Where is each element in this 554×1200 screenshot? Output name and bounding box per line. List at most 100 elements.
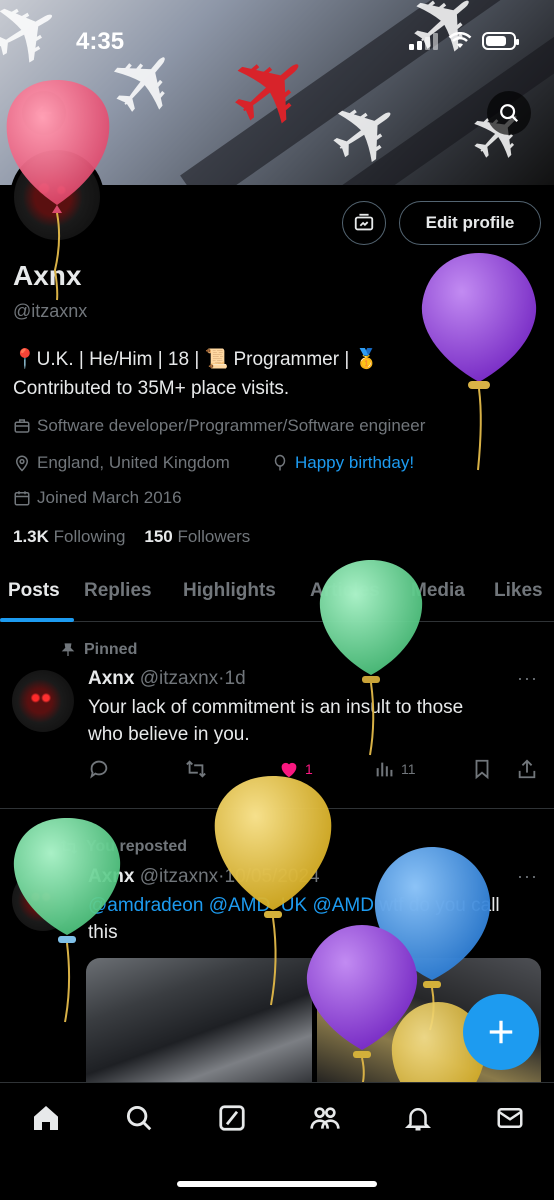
- following-count: 1.3K: [13, 527, 49, 546]
- post-handle: @itzaxnx: [139, 668, 219, 689]
- search-icon: [500, 104, 519, 123]
- post-header: Axnx @itzaxnx·1d: [88, 668, 246, 689]
- repost-icon: [60, 839, 78, 855]
- calendar-icon: [14, 491, 30, 506]
- like-icon: [281, 762, 297, 778]
- post-divider: [0, 808, 554, 809]
- search-button[interactable]: [487, 91, 531, 135]
- location-icon: [15, 455, 29, 472]
- tab-active-indicator: [0, 618, 74, 622]
- mention-link[interactable]: @amdradeon: [88, 895, 203, 916]
- search-icon: [126, 1105, 152, 1131]
- repost-button[interactable]: [185, 758, 207, 780]
- post-time: 10/05/2024: [224, 866, 320, 887]
- mention-link[interactable]: @AMD: [312, 895, 374, 916]
- back-arrow-icon: [35, 105, 52, 121]
- share-icon: [518, 759, 536, 779]
- back-button[interactable]: [22, 91, 66, 135]
- post-text-line: who believe in you.: [88, 724, 250, 745]
- home-indicator: [177, 1181, 377, 1187]
- followers-count: 150: [144, 527, 173, 546]
- followers-label: Followers: [177, 527, 251, 546]
- tab-posts[interactable]: Posts: [8, 580, 60, 602]
- post-text-line: @amdradeon @AMD_UK @AMD wtf do you call: [88, 892, 500, 919]
- nav-messages[interactable]: [493, 1101, 527, 1135]
- dm-icon: [354, 213, 374, 231]
- bio-line: 📍U.K. | He/Him | 18 | 📜 Programmer | 🥇: [13, 349, 379, 370]
- following-link[interactable]: 1.3K Following: [13, 527, 125, 546]
- post-more-icon[interactable]: ···: [517, 866, 538, 887]
- status-bar: 4:35: [0, 0, 554, 84]
- nav-home[interactable]: [29, 1101, 63, 1135]
- post-author[interactable]: Axnx: [88, 668, 134, 689]
- nav-notifications[interactable]: [401, 1101, 435, 1135]
- profile-birthday[interactable]: Happy birthday!: [271, 453, 414, 473]
- edit-profile-button[interactable]: Edit profile: [399, 201, 541, 245]
- message-button[interactable]: [342, 201, 386, 245]
- briefcase-icon: [14, 419, 30, 433]
- reply-button[interactable]: [88, 758, 110, 780]
- post-avatar[interactable]: [12, 869, 74, 931]
- balloon-icon: [274, 454, 286, 471]
- post-text-rest: wtf do you call: [373, 895, 500, 916]
- profile-joined: Joined March 2016: [13, 488, 182, 508]
- pinned-text: Pinned: [84, 641, 138, 658]
- post-handle: @itzaxnx: [139, 866, 219, 887]
- joined-label: Joined March 2016: [37, 488, 182, 507]
- post-text: @amdradeon @AMD_UK @AMD wtf do you call …: [88, 892, 500, 946]
- profile-bio: 📍U.K. | He/Him | 18 | 📜 Programmer | 🥇 C…: [13, 345, 443, 403]
- followers-link[interactable]: 150 Followers: [144, 527, 250, 546]
- views-button[interactable]: 11: [374, 758, 416, 780]
- profile-handle: @itzaxnx: [13, 301, 88, 321]
- tab-replies[interactable]: Replies: [84, 580, 152, 602]
- nav-communities[interactable]: [308, 1101, 342, 1135]
- reposted-label: You reposted: [60, 838, 187, 856]
- home-icon: [34, 1106, 58, 1130]
- profile-name: Axnx: [13, 260, 82, 291]
- tab-likes[interactable]: Likes: [494, 580, 543, 602]
- post-time: 1d: [224, 668, 246, 689]
- profile-tabs: Posts Replies Highlights Articles Media …: [0, 570, 554, 622]
- battery-icon: [482, 32, 519, 50]
- post-author[interactable]: Axnx: [88, 866, 134, 887]
- views-count: 11: [401, 761, 416, 777]
- compose-button[interactable]: [463, 994, 539, 1070]
- tab-articles[interactable]: Articles: [310, 580, 380, 602]
- reply-icon: [90, 760, 108, 779]
- nav-search[interactable]: [122, 1101, 156, 1135]
- post-image[interactable]: [86, 958, 312, 1088]
- status-time: 4:35: [76, 28, 125, 55]
- profile-avatar[interactable]: [10, 150, 104, 244]
- birthday-link[interactable]: Happy birthday!: [295, 453, 414, 473]
- nav-grok[interactable]: [215, 1101, 249, 1135]
- share-button[interactable]: [516, 758, 538, 780]
- tab-highlights[interactable]: Highlights: [183, 580, 276, 602]
- bookmark-button[interactable]: [471, 758, 493, 780]
- post-header: Axnx @itzaxnx·10/05/2024: [88, 866, 320, 887]
- post-text-line: Your lack of commitment is an insult to …: [88, 697, 464, 718]
- repost-icon: [186, 760, 206, 778]
- reposted-text: You reposted: [86, 838, 188, 855]
- bookmark-icon: [475, 759, 489, 780]
- like-button[interactable]: 1: [278, 758, 313, 780]
- location-label: England, United Kingdom: [37, 453, 230, 472]
- like-count: 1: [305, 761, 313, 777]
- mention-link[interactable]: @AMD_UK: [209, 895, 307, 916]
- messages-icon: [497, 1108, 523, 1128]
- communities-icon: [310, 1107, 340, 1129]
- grok-icon: [219, 1105, 245, 1131]
- post-actions: 1 11: [88, 758, 540, 784]
- profile-category: Software developer/Programmer/Software e…: [13, 416, 425, 436]
- pin-icon: [61, 643, 75, 656]
- tab-media[interactable]: Media: [411, 580, 465, 602]
- post-text: Your lack of commitment is an insult to …: [88, 694, 463, 748]
- post-text-line: this: [88, 922, 118, 943]
- post-avatar[interactable]: [12, 670, 74, 732]
- signal-icon: [409, 32, 438, 50]
- following-label: Following: [53, 527, 126, 546]
- bio-line: Contributed to 35M+ place visits.: [13, 378, 290, 399]
- follow-counts: 1.3K Following 150 Followers: [13, 527, 250, 547]
- post-more-icon[interactable]: ···: [517, 668, 538, 689]
- pinned-label: Pinned: [60, 641, 137, 659]
- profile-location: England, United Kingdom: [13, 453, 230, 473]
